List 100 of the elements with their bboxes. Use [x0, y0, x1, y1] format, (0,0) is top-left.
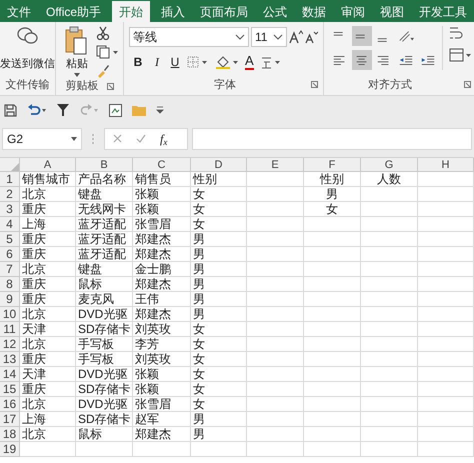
table-cell	[247, 397, 304, 412]
caret-icon[interactable]	[71, 136, 77, 140]
ribbon-tab[interactable]: 公式	[259, 1, 292, 22]
table-cell: 键盘	[76, 262, 133, 277]
column-header[interactable]: H	[418, 158, 474, 172]
brush-icon[interactable]	[96, 64, 110, 78]
filter-icon[interactable]	[57, 104, 69, 116]
italic-button[interactable]: I	[151, 53, 163, 71]
name-box[interactable]: G2	[2, 128, 82, 150]
table-cell	[418, 412, 474, 427]
check-icon[interactable]	[136, 134, 146, 143]
undo-icon[interactable]	[27, 104, 47, 116]
launcher-icon[interactable]	[106, 82, 114, 90]
wechat-icon[interactable]	[16, 26, 38, 46]
wrap-text-icon[interactable]	[449, 26, 463, 40]
copy-icon[interactable]	[96, 45, 118, 59]
table-cell	[418, 232, 474, 247]
chevron-icon[interactable]	[273, 34, 283, 40]
underline-button[interactable]: U	[169, 53, 181, 71]
table-cell: 女	[191, 217, 247, 232]
column-header[interactable]: F	[304, 158, 361, 172]
font-size-field[interactable]: 11	[251, 27, 287, 47]
send-to-wechat-button[interactable]: 发送到微信	[0, 56, 55, 72]
formula-input-field[interactable]	[192, 128, 472, 150]
ribbon-tab[interactable]: Office助手	[42, 1, 106, 22]
table-cell	[247, 277, 304, 292]
row-header[interactable]: 19	[0, 442, 20, 457]
ribbon-tab[interactable]: 文件	[3, 1, 35, 22]
row-header[interactable]: 13	[0, 352, 20, 367]
row-header[interactable]: 7	[0, 262, 20, 277]
column-header[interactable]: B	[76, 158, 133, 172]
row-header[interactable]: 16	[0, 397, 20, 412]
ribbon-tab[interactable]: 审阅	[337, 1, 370, 22]
fill-color-icon[interactable]	[215, 55, 239, 69]
row-header[interactable]: 9	[0, 292, 20, 307]
font-grow-icon[interactable]	[289, 30, 303, 44]
row-header[interactable]: 15	[0, 382, 20, 397]
row-header[interactable]: 10	[0, 307, 20, 322]
table-cell: 男	[191, 307, 247, 322]
table-cell	[418, 382, 474, 397]
font-name-field[interactable]: 等线	[129, 27, 249, 47]
row-header[interactable]: 1	[0, 172, 20, 187]
column-header[interactable]: A	[20, 158, 76, 172]
table-cell: 鼠标	[76, 427, 133, 442]
launcher-icon[interactable]	[464, 81, 471, 88]
ribbon-tab[interactable]: 开始	[112, 1, 150, 22]
group-label: 剪贴板	[66, 78, 98, 94]
table-cell: 刘英玫	[133, 322, 191, 337]
insert-function-button[interactable]: f$_{x}$	[160, 130, 168, 148]
save-icon[interactable]	[4, 104, 17, 116]
table-cell	[247, 412, 304, 427]
row-header[interactable]: 2	[0, 187, 20, 202]
table-cell	[76, 442, 133, 457]
column-header[interactable]: D	[191, 158, 247, 172]
table-cell	[133, 442, 191, 457]
table-cell	[247, 172, 304, 187]
merge-cells-icon[interactable]	[449, 48, 471, 62]
table-cell: 男	[191, 262, 247, 277]
ribbon-tab[interactable]: 视图	[376, 1, 408, 22]
column-header[interactable]: G	[361, 158, 418, 172]
caret-icon[interactable]	[74, 72, 80, 76]
column-header[interactable]: E	[247, 158, 304, 172]
font-color-button[interactable]: A	[245, 54, 254, 70]
launcher-icon[interactable]	[311, 81, 318, 88]
ribbon-tab[interactable]: 数据	[298, 1, 330, 22]
picture-frame-icon[interactable]	[109, 104, 122, 116]
table-cell	[304, 292, 361, 307]
row-header[interactable]: 4	[0, 217, 20, 232]
row-header[interactable]: 18	[0, 427, 20, 442]
chevron-icon[interactable]	[235, 34, 245, 40]
row-header[interactable]: 17	[0, 412, 20, 427]
drag-handle-icon[interactable]	[92, 134, 94, 144]
ribbon-tab[interactable]: 插入	[157, 1, 190, 22]
scissors-icon[interactable]	[96, 26, 110, 40]
table-cell	[304, 397, 361, 412]
row-header[interactable]: 8	[0, 277, 20, 292]
column-header[interactable]: C	[133, 158, 191, 172]
customize-caret-icon[interactable]	[156, 106, 164, 114]
bold-button[interactable]: B	[131, 53, 145, 71]
table-cell: 北京	[20, 262, 76, 277]
table-cell: 重庆	[20, 292, 76, 307]
row-header[interactable]: 5	[0, 232, 20, 247]
table-cell: 重庆	[20, 202, 76, 217]
table-cell	[361, 322, 418, 337]
paste-button[interactable]: 粘贴	[66, 56, 88, 72]
table-cell	[304, 367, 361, 382]
font-shrink-icon[interactable]	[305, 30, 318, 44]
table-cell: 女	[191, 322, 247, 337]
table-cell	[361, 352, 418, 367]
row-header[interactable]: 12	[0, 337, 20, 352]
table-cell	[304, 382, 361, 397]
phonetic-icon[interactable]	[260, 55, 282, 69]
borders-icon[interactable]	[187, 56, 209, 68]
table-cell	[361, 292, 418, 307]
row-header[interactable]: 11	[0, 322, 20, 337]
row-header[interactable]: 3	[0, 202, 20, 217]
ribbon-tab[interactable]: 开发工具	[414, 1, 471, 22]
row-header[interactable]: 6	[0, 247, 20, 262]
row-header[interactable]: 14	[0, 367, 20, 382]
ribbon-tab[interactable]: 页面布局	[196, 1, 252, 22]
